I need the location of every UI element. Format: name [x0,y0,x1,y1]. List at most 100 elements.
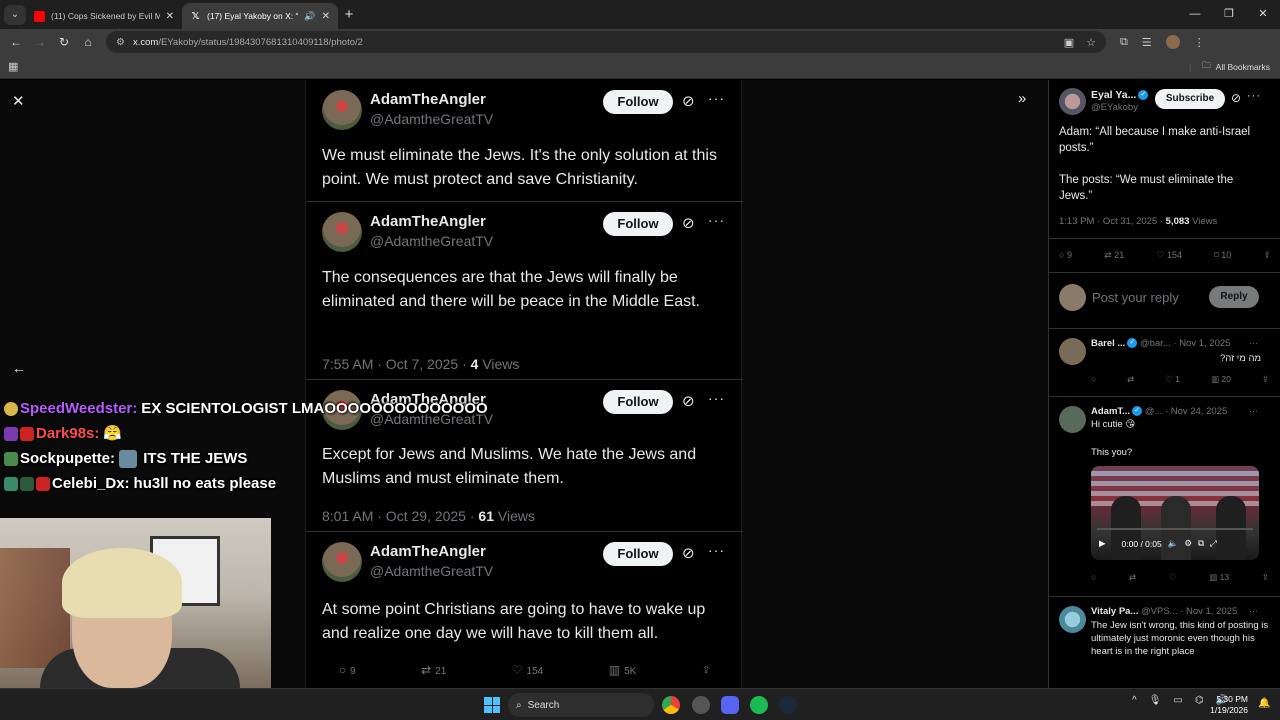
repost-icon[interactable]: ⇄ [1127,374,1134,385]
steam-icon[interactable] [779,696,797,714]
tweet-author-handle: @AdamtheGreatTV [370,111,494,127]
repost-action[interactable]: ⇄ 21 [421,663,446,677]
divider [1049,238,1280,239]
site-info-icon[interactable]: ⚙ [116,37,125,48]
share-icon[interactable]: ⇪ [1262,374,1269,385]
restore-icon[interactable]: ❐ [1212,0,1246,29]
video-progress-bar[interactable] [1097,528,1253,530]
reply-post[interactable]: AdamT... ✓ @... · Nov 24, 2025 ··· Hi cut… [1049,398,1280,594]
more-icon[interactable]: ··· [1249,406,1258,416]
analytics-icon: ▥ [608,663,621,677]
more-icon[interactable]: ··· [1249,338,1258,348]
microphone-icon[interactable]: 🎙 [1149,695,1162,706]
tab-search-button[interactable]: ⌄ [4,4,26,25]
volume-icon[interactable]: 🔈 [1168,538,1179,549]
reply-author[interactable]: Barel ... [1091,338,1125,349]
obs-icon[interactable] [692,696,710,714]
all-bookmarks[interactable]: | 🗀 All Bookmarks [1189,60,1270,74]
author-handle[interactable]: @EYakoby [1091,102,1138,113]
bookmark-star-icon[interactable]: ☆ [1086,36,1096,49]
views-action[interactable]: ▥ 13 [1209,572,1229,583]
like-action[interactable]: ♡ 154 [1156,250,1182,261]
clock-time: 5:30 PM [1216,694,1248,704]
tweet-author-handle: @AdamtheGreatTV [370,563,494,579]
avatar[interactable] [1059,338,1086,365]
reply-icon: ○ [1059,250,1065,260]
home-icon[interactable]: ⌂ [76,35,100,49]
reply-post[interactable]: Barel ... ✓ @bar... · Nov 1, 2025 ··· ?מה… [1049,330,1280,396]
back-icon[interactable]: ← [4,35,28,49]
new-tab-button[interactable]: + [338,6,360,23]
like-action[interactable]: ♡ 154 [512,663,543,677]
views-action[interactable]: ▥ 5K [609,663,637,677]
avatar[interactable] [1059,406,1086,433]
extensions-icon[interactable]: ⧉ [1120,36,1128,49]
author-name[interactable]: Eyal Ya... ✓ [1091,89,1149,101]
spotify-icon[interactable] [750,696,768,714]
share-icon[interactable]: ⇪ [1262,572,1269,583]
reply-input[interactable]: Post your reply [1092,290,1179,305]
like-action[interactable]: ♡ 1 [1165,374,1180,385]
play-icon[interactable]: ▶ [1099,538,1106,549]
grok-icon: ⊘ [682,215,695,232]
menu-icon[interactable]: ⋮ [1194,36,1205,49]
reply-post[interactable]: Vitaly Pa... @VPS... · Nov 1, 2025 ··· T… [1049,598,1280,688]
install-app-icon[interactable]: ▣ [1064,36,1074,49]
avatar[interactable] [1059,88,1086,115]
heart-icon[interactable]: ♡ [1169,572,1177,583]
tray-overflow-icon[interactable]: ^ [1132,695,1137,706]
tweet-views: 61 [478,508,494,524]
pip-icon[interactable]: ⧉ [1198,538,1204,549]
subscribe-button[interactable]: Subscribe [1155,89,1225,109]
taskbar-clock[interactable]: 5:30 PM 1/19/2026 [1208,694,1248,716]
reply-icon[interactable]: ○ [1091,374,1096,385]
network-icon[interactable]: ⌬ [1195,695,1204,706]
post-time[interactable]: 1:13 PM · Oct 31, 2025 · [1059,216,1166,227]
profile-avatar[interactable] [1165,35,1180,49]
avatar[interactable] [1059,606,1086,633]
apps-grid-icon[interactable]: ▦ [8,60,18,73]
chrome-icon[interactable] [662,696,680,714]
all-bookmarks-label: All Bookmarks [1215,61,1270,72]
fullscreen-icon[interactable]: ⤢ [1210,538,1217,549]
discord-icon[interactable] [721,696,739,714]
reply-button[interactable]: Reply [1209,286,1259,308]
windows-start-icon[interactable] [484,697,500,713]
reply-icon[interactable]: ○ [1091,572,1096,583]
settings-icon[interactable]: ⚙ [1184,538,1192,549]
speaker-icon[interactable]: 🔊 [304,11,315,22]
post-views: 5,083 [1165,216,1190,227]
address-bar[interactable]: ⚙ x.com/EYakoby/status/19843076813104091… [106,31,1106,53]
close-icon[interactable]: ✕ [12,92,25,110]
reply-action[interactable]: ○ 9 [1059,250,1072,261]
expand-sidebar-icon[interactable]: » [1018,90,1026,107]
minimize-icon[interactable]: — [1178,0,1212,29]
tab-x-post[interactable]: 𝕏 (17) Eyal Yakoby on X: "Ada 🔊 ✕ [182,3,338,29]
more-icon[interactable]: ··· [1247,90,1261,102]
close-tab-icon[interactable]: ✕ [322,11,330,22]
display-icon[interactable]: ▭ [1173,695,1182,706]
reload-icon[interactable]: ↻ [52,35,76,49]
share-icon[interactable]: ⇪ [1263,250,1271,261]
forward-icon[interactable]: → [28,35,52,49]
video-player[interactable]: ▶ 0:00 / 0:05 🔈 ⚙ ⧉ ⤢ [1091,466,1259,560]
reply-action[interactable]: ○ 9 [339,663,356,677]
reading-list-icon[interactable]: ☰ [1142,36,1152,49]
close-window-icon[interactable]: ✕ [1246,0,1280,29]
notifications-icon[interactable]: 🔔 [1258,698,1270,709]
previous-photo-icon[interactable]: ← [12,360,26,376]
repost-icon[interactable]: ⇄ [1129,572,1136,583]
close-tab-icon[interactable]: ✕ [166,11,174,22]
share-icon[interactable]: ⇪ [702,665,710,676]
reply-author[interactable]: AdamT... [1091,406,1130,417]
more-icon: ··· [708,542,725,558]
repost-action[interactable]: ⇄ 21 [1104,250,1124,261]
tab-youtube[interactable]: (11) Cops Sickened by Evil Mot ✕ [26,3,182,29]
reply-author[interactable]: Vitaly Pa... [1091,606,1138,617]
bookmark-action[interactable]: ⌑ 10 [1214,250,1231,261]
more-icon[interactable]: ··· [1249,606,1258,616]
taskbar-search[interactable]: ⌕ Search [508,693,654,717]
views-action[interactable]: ▥ 20 [1211,374,1231,385]
grok-icon[interactable]: ⊘ [1231,91,1241,105]
view-count: 13 [1219,572,1230,582]
